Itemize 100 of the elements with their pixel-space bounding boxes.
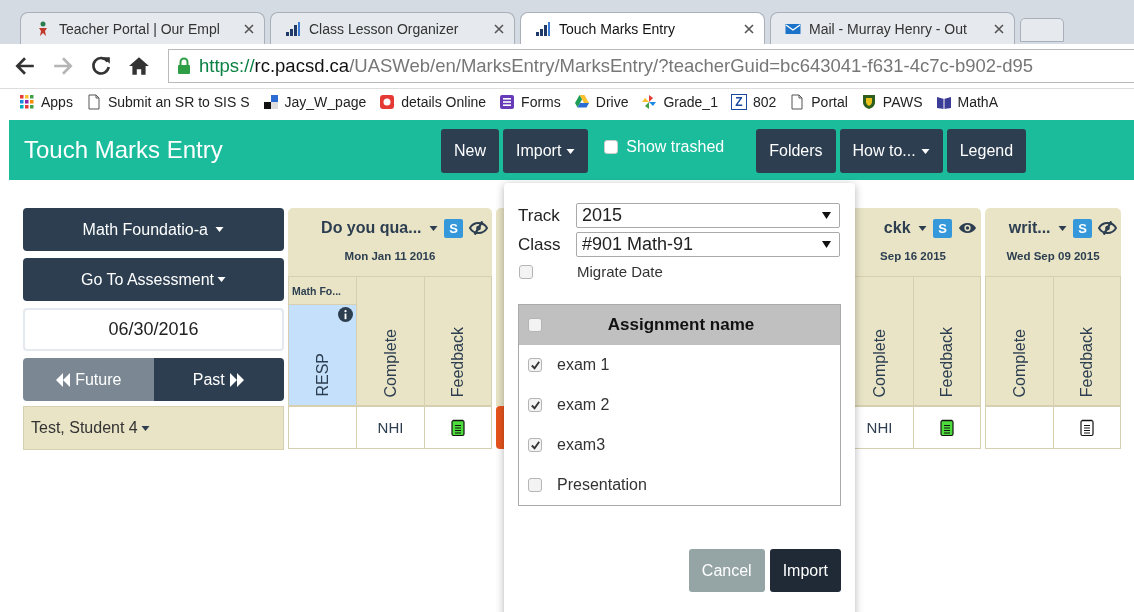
import-button[interactable]: Import <box>769 549 841 592</box>
pinwheel-icon <box>641 94 658 110</box>
close-icon[interactable] <box>994 23 1004 34</box>
date-field[interactable]: 06/30/2016 <box>23 308 284 351</box>
field-label: Track <box>518 205 561 226</box>
double-right-icon <box>228 372 245 387</box>
bar-chart-icon <box>535 20 551 37</box>
checkbox-label: Migrate Date <box>577 263 663 280</box>
double-left-icon <box>55 372 72 387</box>
bookmark[interactable]: Portal <box>789 94 848 110</box>
student-dropdown[interactable]: Test, Student 4 <box>23 406 284 450</box>
bookmark[interactable]: PAWS <box>860 94 923 110</box>
page-icon <box>85 94 102 110</box>
column-header: Complete <box>380 327 400 399</box>
address-field[interactable]: https://rc.pacsd.ca/UASWeb/en/MarksEntry/MarksEntry/?teacherGuid=bc643041-f631-4c7c-b902-d95 <box>168 49 1134 83</box>
caret-icon <box>918 225 927 231</box>
bar-chart-icon <box>285 20 301 37</box>
notepad-icon[interactable] <box>1080 418 1094 437</box>
checkbox[interactable] <box>528 438 542 452</box>
bookmark[interactable]: Submit an SR to SIS S <box>85 94 250 110</box>
checkbox[interactable] <box>528 478 542 492</box>
nav-button[interactable]: Past <box>153 358 284 401</box>
notepad-icon[interactable] <box>451 418 465 437</box>
field-label: Class <box>518 234 562 255</box>
column-header: Complete <box>869 327 889 399</box>
toolbar-button[interactable]: New <box>441 129 499 173</box>
select-all-checkbox[interactable] <box>528 318 542 332</box>
app-title: Touch Marks Entry <box>24 136 224 164</box>
z-icon: Z <box>730 94 747 110</box>
assignment-name: exam3 <box>557 436 606 454</box>
caret-icon <box>1058 225 1067 231</box>
grade-cell[interactable] <box>985 406 1053 449</box>
caret-icon <box>429 225 438 231</box>
column-header[interactable]: RESP <box>289 305 356 405</box>
home-icon[interactable] <box>128 55 150 77</box>
browser-tab[interactable]: Mail - Murray Henry - Out <box>770 12 1015 44</box>
column-header: Feedback <box>448 325 467 399</box>
eye-slash-icon[interactable] <box>469 221 488 235</box>
assessment-title[interactable]: ckk <box>883 219 927 237</box>
browser-tab[interactable]: Touch Marks Entry <box>520 12 765 44</box>
checkbox-label: Show trashed <box>626 138 725 156</box>
notepad-icon[interactable] <box>940 418 954 437</box>
page-icon <box>789 94 806 110</box>
assessment-date: Sep 16 2015 <box>879 250 947 262</box>
column-header: Feedback <box>1077 325 1096 399</box>
assessment-date: Wed Sep 09 2015 <box>1005 250 1101 262</box>
toolbar-button[interactable]: Legend <box>946 129 1027 173</box>
bookmark[interactable]: Drive <box>573 94 629 110</box>
bookmark[interactable]: Forms <box>499 94 561 110</box>
triangle-icon <box>573 94 590 110</box>
lock-icon <box>177 57 191 75</box>
dropdown-arrow-icon <box>822 212 831 219</box>
dropdown-button[interactable]: Import <box>503 129 589 173</box>
close-icon[interactable] <box>244 23 254 34</box>
eye-icon[interactable] <box>958 221 977 235</box>
grade-cell[interactable]: NHI <box>356 406 424 449</box>
caret-icon <box>566 148 576 154</box>
browser-tab[interactable]: Class Lesson Organizer <box>270 12 515 44</box>
bookmark[interactable]: Apps <box>19 94 73 110</box>
table-header: Assignment name <box>606 315 756 335</box>
class-select[interactable]: #901 Math-91 <box>576 232 840 257</box>
browser-tab[interactable]: Teacher Portal | Our Empl <box>20 12 265 44</box>
caret-icon <box>215 227 225 232</box>
assessment-date: Mon Jan 11 2016 <box>343 250 437 262</box>
assignment-name: exam 1 <box>557 356 610 374</box>
assessment-dropdown[interactable]: Go To Assessment <box>23 258 284 301</box>
assessment-title[interactable]: writ... <box>1008 219 1067 237</box>
list-icon <box>499 94 516 110</box>
track-select[interactable]: 2015 <box>576 203 840 228</box>
checkbox[interactable] <box>519 264 533 279</box>
book-icon <box>935 94 952 110</box>
app-icon <box>379 94 396 110</box>
bookmark[interactable]: Jay_W_page <box>262 94 367 110</box>
bookmark[interactable]: details Online <box>379 94 487 110</box>
reload-icon[interactable] <box>90 55 112 77</box>
bookmark[interactable]: MathA <box>935 94 998 110</box>
assessment-title[interactable]: Do you qua... <box>321 219 438 237</box>
shield-icon <box>860 94 877 110</box>
checkbox[interactable] <box>528 398 542 412</box>
toolbar-button[interactable]: Folders <box>756 129 836 173</box>
caret-icon <box>140 425 150 431</box>
grade-cell[interactable] <box>288 406 356 449</box>
back-arrow-icon[interactable] <box>14 55 36 77</box>
bookmark[interactable]: Grade_1 <box>641 94 718 110</box>
checkbox[interactable] <box>604 140 619 154</box>
grid-icon <box>19 94 35 110</box>
dropdown-button[interactable]: How to... <box>839 129 943 173</box>
column-header: Feedback <box>937 325 956 399</box>
eye-slash-icon[interactable] <box>1098 221 1117 235</box>
checkbox[interactable] <box>528 358 542 372</box>
bookmark[interactable]: Z 802 <box>730 94 777 110</box>
info-icon[interactable] <box>338 307 353 322</box>
close-icon[interactable] <box>494 23 504 34</box>
assignment-name: exam 2 <box>557 396 610 414</box>
caret-icon <box>920 148 930 154</box>
column-header: Complete <box>1009 327 1029 399</box>
close-icon[interactable] <box>744 23 754 34</box>
dropdown-arrow-icon <box>822 241 831 248</box>
class-dropdown[interactable]: Math Foundatio-a <box>23 208 284 251</box>
assignment-name: Presentation <box>557 476 647 494</box>
